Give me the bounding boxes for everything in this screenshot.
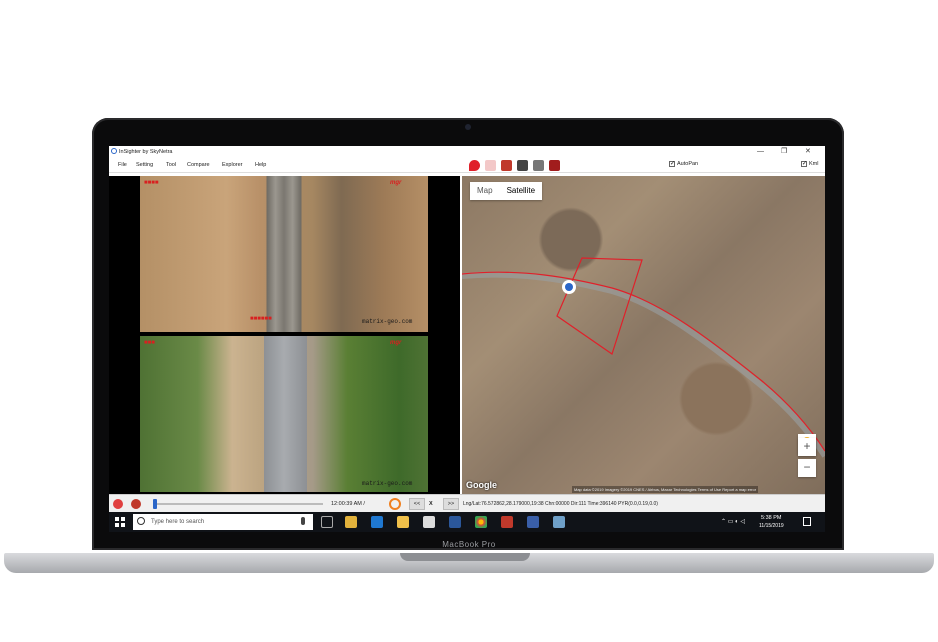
map-attribution[interactable]: Map data ©2019 Imagery ©2019 CNES / Airb… <box>572 486 759 493</box>
laptop-brand: MacBook Pro <box>442 540 496 549</box>
taskbar-search[interactable]: Type here to search <box>133 514 313 530</box>
close-button[interactable]: ✕ <box>805 148 811 156</box>
camera-icon <box>465 124 471 130</box>
video-overlay-logo: ■■■■ <box>144 180 159 186</box>
export-icon[interactable] <box>501 160 512 171</box>
satellite-map[interactable]: Map Satellite + − Google Map data ©2019 … <box>462 176 825 494</box>
playback-bar: 12:00:39 AM / << X >> Lng/Lat:76.572862,… <box>109 494 825 513</box>
tag-icon[interactable] <box>533 160 544 171</box>
video-watermark-top: matrix-geo.com <box>362 318 413 325</box>
close-playback-button[interactable]: X <box>429 501 433 507</box>
kml-toggle[interactable]: ✓ Kml <box>801 161 818 167</box>
menu-explorer[interactable]: Explorer <box>222 162 242 168</box>
chrome-icon[interactable] <box>475 516 487 528</box>
google-logo: Google <box>466 480 497 490</box>
map-type-toggle[interactable]: Map Satellite <box>470 182 543 200</box>
tray-icons[interactable]: ⌃ ▭ ◐ ◁ <box>721 518 745 525</box>
video-overlay-logo-2: ■■■ <box>144 340 155 346</box>
highway-road <box>462 271 825 458</box>
cortana-icon <box>137 517 145 525</box>
menu-compare[interactable]: Compare <box>187 162 210 168</box>
task-view-icon[interactable] <box>321 516 333 528</box>
status-readout: Lng/Lat:76.572862,28.179000,19:38 Chn:00… <box>463 501 658 507</box>
app-pin-icon <box>111 148 117 154</box>
record-button[interactable] <box>113 499 123 509</box>
loading-icon <box>389 498 401 510</box>
kml-checkbox[interactable]: ✓ <box>801 161 807 167</box>
camera-icon[interactable] <box>549 160 560 171</box>
video-watermark-bottom: matrix-geo.com <box>362 480 413 487</box>
window-title: InSighter by SkyNetra <box>119 149 173 155</box>
title-bar: InSighter by SkyNetra — ❐ ✕ <box>109 146 825 158</box>
mail-icon[interactable] <box>423 516 435 528</box>
video-feed-bottom[interactable]: ■■■ mgr matrix-geo.com <box>140 336 428 492</box>
video-brand-logo-2: mgr <box>390 340 402 346</box>
map-overlay <box>462 257 825 458</box>
windows-taskbar: Type here to search ⌃ ▭ ◐ ◁ 5:38 PM 11/1… <box>109 512 825 532</box>
timeline-track[interactable] <box>153 503 323 505</box>
kml-label: Kml <box>809 161 819 167</box>
route-line <box>462 271 825 452</box>
path-icon[interactable] <box>485 160 496 171</box>
forward-button[interactable]: >> <box>443 498 459 510</box>
taskbar-date: 11/15/2019 <box>759 523 784 529</box>
rewind-button[interactable]: << <box>409 498 425 510</box>
menu-setting[interactable]: Setting <box>136 162 153 168</box>
timeline-thumb[interactable] <box>153 499 157 509</box>
acrobat-icon[interactable] <box>501 516 513 528</box>
video-feed-top[interactable]: ■■■■ mgr ■■■■■■ matrix-geo.com <box>140 176 428 332</box>
maximize-button[interactable]: ❐ <box>781 148 787 156</box>
laptop-notch <box>400 553 530 561</box>
zoom-in-button[interactable]: + <box>798 438 816 456</box>
autopan-checkbox[interactable]: ✓ <box>669 161 675 167</box>
notification-icon[interactable] <box>803 517 811 526</box>
insighter-app-icon[interactable] <box>527 516 539 528</box>
menu-help[interactable]: Help <box>255 162 266 168</box>
word-icon[interactable] <box>449 516 461 528</box>
current-position-marker <box>565 283 573 291</box>
area-polygon <box>556 257 643 355</box>
screen: InSighter by SkyNetra — ❐ ✕ File Setting… <box>109 146 825 532</box>
playback-time: 12:00:39 AM / <box>331 501 365 507</box>
taskbar-time: 5:38 PM <box>761 515 782 521</box>
video-brand-logo: mgr <box>390 180 402 186</box>
autopan-label: AutoPan <box>677 161 699 167</box>
menu-file[interactable]: File <box>118 162 127 168</box>
minimize-button[interactable]: — <box>757 148 764 156</box>
map-mode-button[interactable]: Map <box>470 182 500 200</box>
save-icon[interactable] <box>517 160 528 171</box>
search-placeholder: Type here to search <box>151 519 205 525</box>
edge-icon[interactable] <box>371 516 383 528</box>
file-explorer-icon[interactable] <box>345 516 357 528</box>
windows-start-icon[interactable] <box>115 517 125 527</box>
autopan-toggle[interactable]: ✓ AutoPan <box>669 161 698 167</box>
menu-bar: File Setting Tool Compare Explorer Help <box>109 158 825 173</box>
stop-button[interactable] <box>131 499 141 509</box>
video-overlay-text: ■■■■■■ <box>250 316 272 322</box>
satellite-mode-button[interactable]: Satellite <box>500 182 542 200</box>
microphone-icon[interactable] <box>301 517 305 525</box>
store-icon[interactable] <box>397 516 409 528</box>
zoom-out-button[interactable]: − <box>798 459 816 477</box>
menu-tool[interactable]: Tool <box>166 162 176 168</box>
app-icon[interactable] <box>553 516 565 528</box>
map-pin-icon[interactable] <box>469 160 480 171</box>
